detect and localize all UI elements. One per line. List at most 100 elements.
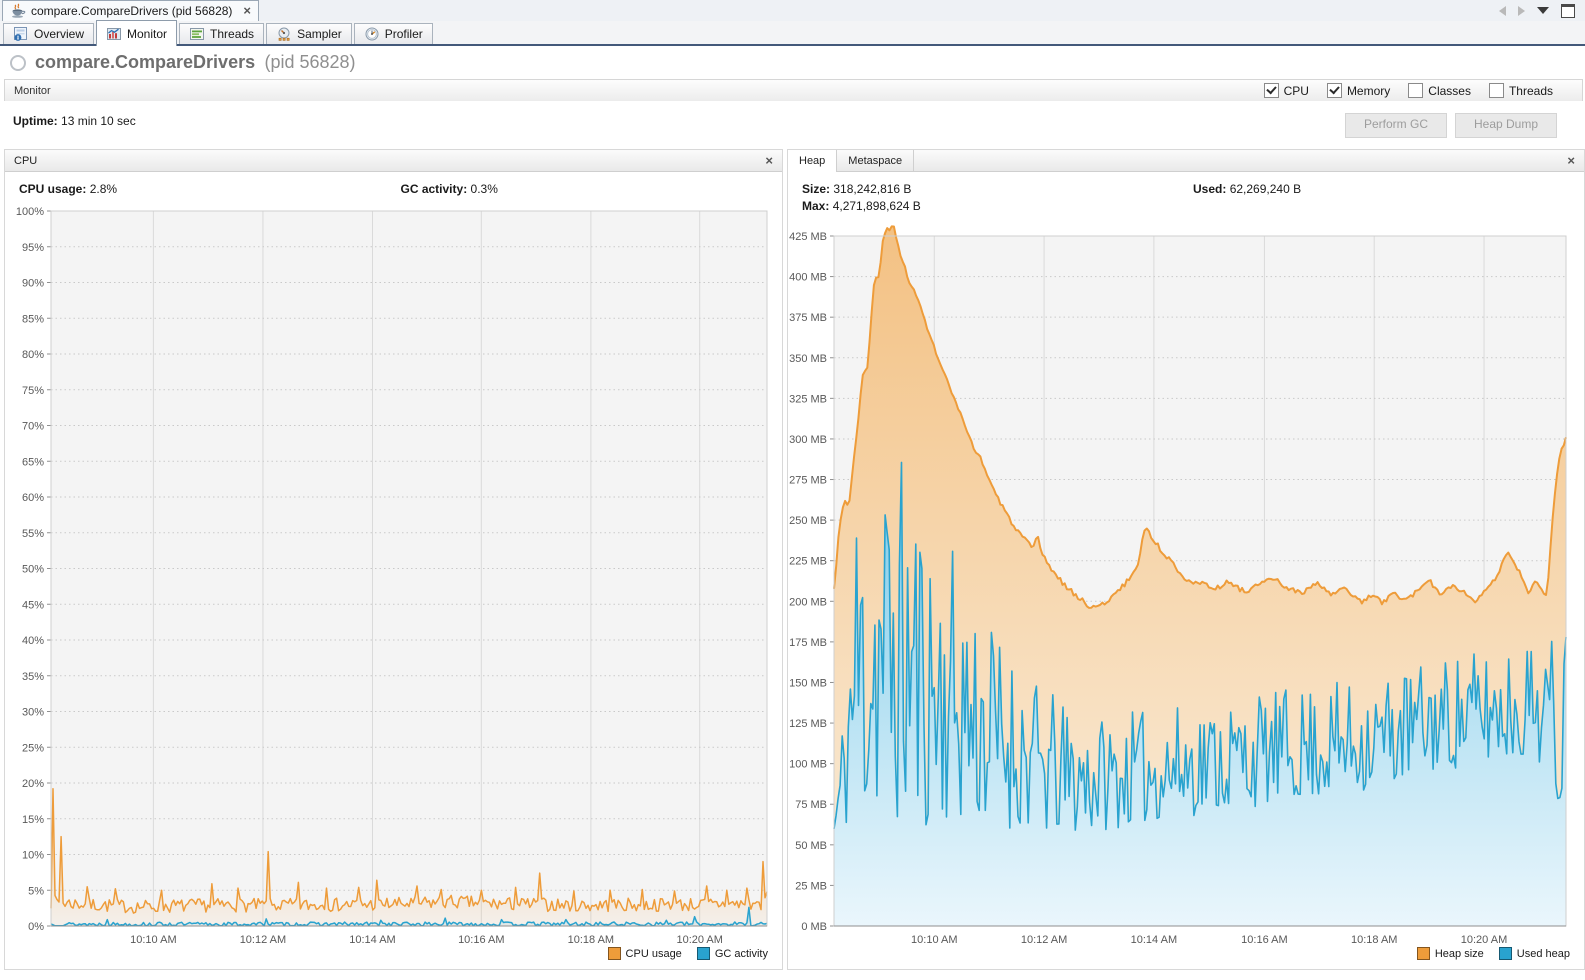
svg-text:300 MB: 300 MB: [789, 434, 827, 446]
cpu-checkbox-box[interactable]: [1264, 83, 1279, 98]
svg-text:5%: 5%: [28, 885, 44, 897]
uptime-value: 13 min 10 sec: [61, 114, 136, 128]
svg-text:25 MB: 25 MB: [795, 880, 827, 892]
cpu-panel: CPU × CPU usage: 2.8% GC activity: 0.3% …: [4, 149, 783, 970]
svg-text:55%: 55%: [22, 528, 44, 540]
perform-gc-button[interactable]: Perform GC: [1345, 113, 1447, 138]
view-tabbar: Overview Monitor Threads Sampler: [0, 21, 1585, 46]
svg-text:10:12 AM: 10:12 AM: [240, 934, 286, 946]
tab-profiler-label: Profiler: [385, 27, 423, 41]
tab-metaspace[interactable]: Metaspace: [837, 150, 914, 171]
svg-text:10:10 AM: 10:10 AM: [130, 934, 176, 946]
svg-text:20%: 20%: [22, 778, 44, 790]
page-title-pid: (pid 56828): [264, 52, 355, 72]
monitor-icon: [106, 26, 122, 42]
svg-text:10:14 AM: 10:14 AM: [349, 934, 395, 946]
cpu-panel-title: CPU: [14, 155, 37, 167]
svg-text:60%: 60%: [22, 492, 44, 504]
uptime-label: Uptime:: [13, 114, 58, 128]
classes-checkbox-label: Classes: [1428, 84, 1471, 98]
tab-heap[interactable]: Heap: [788, 150, 837, 172]
svg-text:85%: 85%: [22, 313, 44, 325]
svg-text:70%: 70%: [22, 421, 44, 433]
svg-text:400 MB: 400 MB: [789, 272, 827, 284]
document-tab-label: compare.CompareDrivers (pid 56828): [31, 4, 232, 18]
tab-sampler-label: Sampler: [297, 27, 342, 41]
maximize-window-icon[interactable]: [1561, 4, 1575, 18]
svg-text:10:10 AM: 10:10 AM: [911, 934, 957, 946]
checkbox-cpu[interactable]: CPU: [1264, 83, 1309, 98]
svg-text:10:18 AM: 10:18 AM: [1351, 934, 1397, 946]
svg-text:100%: 100%: [16, 206, 44, 218]
svg-text:10:16 AM: 10:16 AM: [1241, 934, 1287, 946]
svg-text:175 MB: 175 MB: [789, 637, 827, 649]
threads-checkbox-box[interactable]: [1489, 83, 1504, 98]
used-heap-swatch: [1499, 947, 1512, 960]
tab-sampler[interactable]: Sampler: [266, 23, 352, 44]
svg-text:325 MB: 325 MB: [789, 393, 827, 405]
cpu-panel-close-icon[interactable]: ×: [765, 155, 773, 167]
svg-text:10:20 AM: 10:20 AM: [1461, 934, 1507, 946]
svg-text:50%: 50%: [22, 564, 44, 576]
svg-text:275 MB: 275 MB: [789, 475, 827, 487]
application-header: compare.CompareDrivers (pid 56828): [0, 46, 1585, 79]
tab-monitor[interactable]: Monitor: [96, 20, 177, 46]
svg-text:10:20 AM: 10:20 AM: [676, 934, 722, 946]
heap-chart-legend: Heap size Used heap: [1417, 947, 1570, 960]
svg-text:45%: 45%: [22, 599, 44, 611]
svg-text:0%: 0%: [28, 921, 44, 933]
monitor-section-bar: Monitor CPU Memory Classes Threads: [4, 79, 1583, 102]
svg-text:40%: 40%: [22, 635, 44, 647]
svg-text:200 MB: 200 MB: [789, 596, 827, 608]
heap-chart: 0 MB25 MB50 MB75 MB100 MB125 MB150 MB175…: [788, 190, 1584, 956]
svg-text:75%: 75%: [22, 385, 44, 397]
svg-text:35%: 35%: [22, 671, 44, 683]
svg-text:425 MB: 425 MB: [789, 231, 827, 243]
svg-text:125 MB: 125 MB: [789, 718, 827, 730]
uptime: Uptime: 13 min 10 sec: [13, 114, 136, 128]
svg-text:65%: 65%: [22, 456, 44, 468]
legend-gc-activity: GC activity: [697, 947, 768, 960]
svg-text:10:12 AM: 10:12 AM: [1021, 934, 1067, 946]
tabstrip-controls: [1499, 0, 1585, 21]
heap-dump-button[interactable]: Heap Dump: [1455, 113, 1557, 138]
metric-toggles: CPU Memory Classes Threads: [1264, 83, 1573, 98]
svg-text:10:18 AM: 10:18 AM: [568, 934, 614, 946]
svg-text:15%: 15%: [22, 814, 44, 826]
overview-icon: [13, 26, 29, 42]
threads-checkbox-label: Threads: [1509, 84, 1553, 98]
cpu-checkbox-label: CPU: [1284, 84, 1309, 98]
heap-size-swatch: [1417, 947, 1430, 960]
checkbox-threads[interactable]: Threads: [1489, 83, 1553, 98]
svg-text:150 MB: 150 MB: [789, 677, 827, 689]
memory-checkbox-box[interactable]: [1327, 83, 1342, 98]
documents-list-icon[interactable]: [1537, 7, 1549, 14]
checkbox-memory[interactable]: Memory: [1327, 83, 1390, 98]
monitor-section-label: Monitor: [14, 85, 51, 97]
svg-text:80%: 80%: [22, 349, 44, 361]
java-coffee-icon: [10, 3, 26, 19]
profiler-icon: [364, 26, 380, 42]
document-tab[interactable]: compare.CompareDrivers (pid 56828) ×: [2, 0, 259, 21]
svg-text:10%: 10%: [22, 850, 44, 862]
cpu-chart-legend: CPU usage GC activity: [608, 947, 768, 960]
tab-threads[interactable]: Threads: [179, 23, 264, 44]
svg-text:0 MB: 0 MB: [801, 921, 827, 933]
heap-panel-header: Heap Metaspace ×: [788, 150, 1584, 172]
checkbox-classes[interactable]: Classes: [1408, 83, 1471, 98]
scroll-tabs-right-icon[interactable]: [1518, 6, 1525, 16]
legend-used-heap: Used heap: [1499, 947, 1570, 960]
heap-panel-close-icon[interactable]: ×: [1567, 155, 1575, 167]
svg-text:95%: 95%: [22, 242, 44, 254]
svg-text:25%: 25%: [22, 742, 44, 754]
page-title: compare.CompareDrivers: [35, 52, 255, 72]
legend-cpu-usage: CPU usage: [608, 947, 682, 960]
classes-checkbox-box[interactable]: [1408, 83, 1423, 98]
svg-text:90%: 90%: [22, 278, 44, 290]
tab-overview[interactable]: Overview: [3, 23, 94, 44]
scroll-tabs-left-icon[interactable]: [1499, 6, 1506, 16]
tab-profiler[interactable]: Profiler: [354, 23, 433, 44]
status-row: Uptime: 13 min 10 sec Perform GC Heap Du…: [0, 101, 1585, 149]
tab-close-icon[interactable]: ×: [243, 5, 251, 17]
tab-monitor-label: Monitor: [127, 27, 167, 41]
